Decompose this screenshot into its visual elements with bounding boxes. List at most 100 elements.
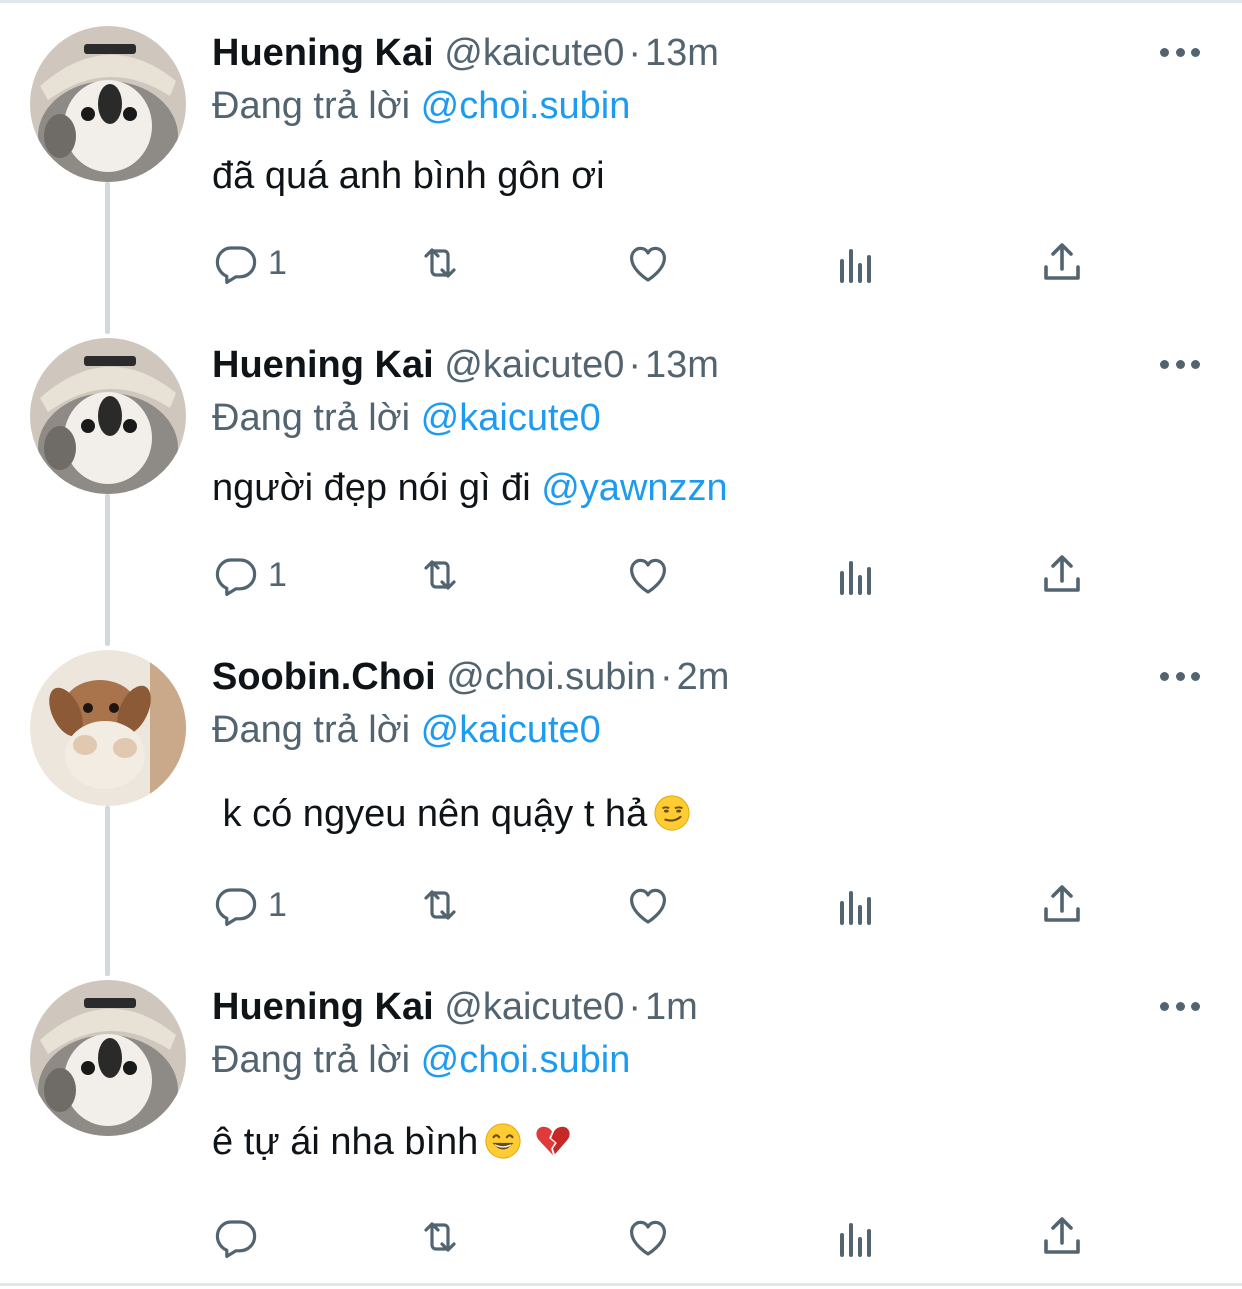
tweet-header: Huening Kai @kaicute0 · 13m: [212, 30, 719, 76]
analytics-button[interactable]: [832, 238, 880, 288]
retweet-icon: [424, 248, 456, 278]
tweet-text: đã quá anh bình gôn ơi: [212, 153, 605, 199]
user-handle[interactable]: @choi.subin: [446, 656, 656, 698]
replying-to: Đang trả lời @choi.subin: [212, 1037, 630, 1083]
replying-to-handle[interactable]: @choi.subin: [421, 85, 631, 127]
user-handle[interactable]: @kaicute0: [444, 344, 624, 386]
penguin-avatar[interactable]: [30, 338, 186, 494]
timestamp[interactable]: 13m: [645, 344, 719, 386]
more-options-icon[interactable]: [1160, 42, 1200, 62]
tweet-actions: 1: [212, 880, 1112, 930]
tweet[interactable]: Huening Kai @kaicute0 · 13m Đang trả lời @…: [0, 0, 1242, 312]
like-button[interactable]: [624, 1212, 672, 1262]
display-name[interactable]: Soobin.Choi: [212, 656, 436, 698]
separator: ·: [628, 32, 642, 74]
share-icon: [1044, 1217, 1080, 1254]
reply-icon: [215, 558, 257, 596]
bunny-avatar[interactable]: [30, 650, 186, 806]
tweet-actions: 1: [212, 238, 1112, 288]
reply-count: 1: [268, 886, 287, 924]
reply-button[interactable]: [212, 1212, 268, 1262]
bottom-divider: [0, 1283, 1242, 1286]
tweet-mention[interactable]: @yawnzzn: [541, 467, 727, 509]
separator: ·: [628, 344, 642, 386]
tweet-header: Huening Kai @kaicute0 · 13m: [212, 342, 719, 388]
analytics-button[interactable]: [832, 880, 880, 930]
replying-to: Đang trả lời @kaicute0: [212, 707, 601, 753]
reply-count: 1: [268, 556, 287, 594]
reply-button[interactable]: 1: [212, 880, 287, 930]
replying-to-label: Đang trả lời: [212, 709, 411, 751]
tweet-text-content: đã quá anh bình gôn ơi: [212, 155, 605, 197]
display-name[interactable]: Huening Kai: [212, 986, 434, 1028]
separator: ·: [659, 656, 673, 698]
share-button[interactable]: [1038, 880, 1086, 930]
tweet-header: Soobin.Choi @choi.subin · 2m: [212, 654, 729, 700]
analytics-icon: [840, 561, 871, 595]
share-button[interactable]: [1038, 238, 1086, 288]
share-icon: [1044, 243, 1080, 280]
tweet[interactable]: Huening Kai @kaicute0 · 1m Đang trả lời @c…: [0, 954, 1242, 1266]
analytics-icon: [840, 1223, 871, 1257]
heart-icon: [630, 246, 666, 282]
tweet-actions: 1: [212, 550, 1112, 600]
retweet-button[interactable]: [416, 880, 464, 930]
timestamp[interactable]: 1m: [645, 986, 698, 1028]
tweet[interactable]: Soobin.Choi @choi.subin · 2m Đang trả lời …: [0, 624, 1242, 936]
share-icon: [1044, 885, 1080, 922]
tweet-header: Huening Kai @kaicute0 · 1m: [212, 984, 698, 1030]
display-name[interactable]: Huening Kai: [212, 344, 434, 386]
broken-heart-emoji: [536, 1126, 570, 1156]
reply-button[interactable]: 1: [212, 550, 287, 600]
analytics-icon: [840, 891, 871, 925]
timestamp[interactable]: 13m: [645, 32, 719, 74]
more-options-icon[interactable]: [1160, 354, 1200, 374]
analytics-icon: [840, 249, 871, 283]
tweet-text: ê tự ái nha bình: [212, 1119, 572, 1165]
separator: ·: [628, 986, 642, 1028]
like-button[interactable]: [624, 880, 672, 930]
analytics-button[interactable]: [832, 550, 880, 600]
heart-icon: [630, 888, 666, 924]
smirk-emoji: [654, 795, 690, 831]
tweet-text: k có ngyeu nên quậy t hả: [212, 791, 691, 837]
share-button[interactable]: [1038, 550, 1086, 600]
penguin-avatar[interactable]: [30, 980, 186, 1136]
like-button[interactable]: [624, 550, 672, 600]
retweet-button[interactable]: [416, 1212, 464, 1262]
retweet-icon: [424, 560, 456, 590]
tweet-text-content: k có ngyeu nên quậy t hả: [212, 793, 648, 835]
more-options-icon[interactable]: [1160, 996, 1200, 1016]
replying-to-label: Đang trả lời: [212, 1039, 411, 1081]
retweet-button[interactable]: [416, 238, 464, 288]
reply-count: 1: [268, 244, 287, 282]
replying-to-handle[interactable]: @kaicute0: [421, 709, 601, 751]
user-handle[interactable]: @kaicute0: [444, 32, 624, 74]
share-button[interactable]: [1038, 1212, 1086, 1262]
reply-icon: [215, 246, 257, 284]
like-button[interactable]: [624, 238, 672, 288]
reply-button[interactable]: 1: [212, 238, 287, 288]
share-icon: [1044, 555, 1080, 592]
reply-icon: [215, 888, 257, 926]
heart-icon: [630, 1220, 666, 1256]
user-handle[interactable]: @kaicute0: [444, 986, 624, 1028]
display-name[interactable]: Huening Kai: [212, 32, 434, 74]
retweet-button[interactable]: [416, 550, 464, 600]
heart-icon: [630, 558, 666, 594]
reply-icon: [215, 1220, 257, 1258]
more-options-icon[interactable]: [1160, 666, 1200, 686]
tweet-actions: [212, 1212, 1112, 1262]
tweet-text-content: ê tự ái nha bình: [212, 1121, 479, 1163]
replying-to-label: Đang trả lời: [212, 85, 411, 127]
replying-to: Đang trả lời @kaicute0: [212, 395, 601, 441]
replying-to-handle[interactable]: @choi.subin: [421, 1039, 631, 1081]
replying-to-label: Đang trả lời: [212, 397, 411, 439]
replying-to-handle[interactable]: @kaicute0: [421, 397, 601, 439]
tweet[interactable]: Huening Kai @kaicute0 · 13m Đang trả lời @…: [0, 312, 1242, 624]
timestamp[interactable]: 2m: [677, 656, 730, 698]
penguin-avatar[interactable]: [30, 26, 186, 182]
tweet-text-content: người đẹp nói gì đi: [212, 467, 542, 509]
analytics-button[interactable]: [832, 1212, 880, 1262]
tweet-text: người đẹp nói gì đi @yawnzzn: [212, 465, 728, 511]
